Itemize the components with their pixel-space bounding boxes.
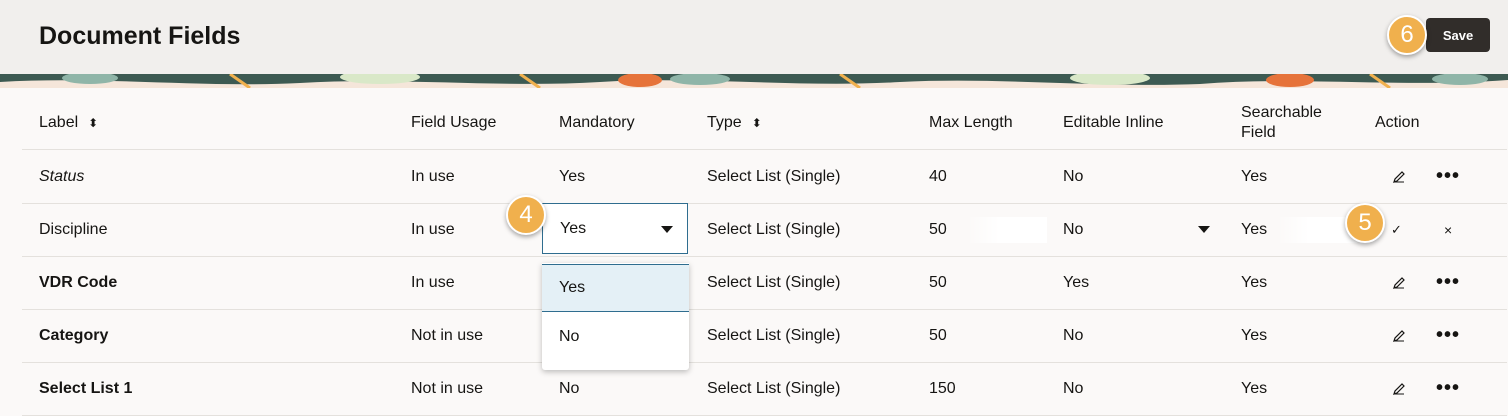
more-actions-icon[interactable]: ••• bbox=[1436, 271, 1460, 294]
edit-button[interactable] bbox=[1389, 309, 1409, 362]
row-label: Status bbox=[39, 167, 85, 185]
dropdown-option-yes[interactable]: Yes bbox=[542, 264, 689, 312]
row-searchable: Yes bbox=[1241, 379, 1268, 397]
more-actions-button[interactable]: ••• bbox=[1436, 362, 1460, 415]
more-actions-button[interactable]: ••• bbox=[1436, 256, 1460, 309]
row-max-length: 150 bbox=[929, 379, 956, 397]
row-editable-inline: No bbox=[1063, 379, 1084, 397]
pencil-icon[interactable] bbox=[1389, 167, 1409, 187]
row-type: Select List (Single) bbox=[707, 379, 841, 397]
row-field-usage: Not in use bbox=[411, 326, 484, 344]
column-header-searchable-line2: Field bbox=[1241, 123, 1276, 141]
column-header-action: Action bbox=[1375, 113, 1420, 131]
pencil-icon[interactable] bbox=[1389, 379, 1409, 399]
column-header-label[interactable]: Label ⬍ bbox=[39, 96, 98, 149]
max-length-input[interactable]: 50 bbox=[929, 203, 947, 256]
chevron-down-icon[interactable] bbox=[661, 226, 673, 233]
table-row-editing: Discipline In use Yes Select List (Singl… bbox=[22, 203, 1507, 257]
row-searchable: Yes bbox=[1241, 220, 1268, 238]
column-header-mandatory: Mandatory bbox=[559, 113, 635, 131]
table-row: Category Not in use Select List (Single)… bbox=[22, 309, 1507, 363]
editable-inline-select-value: No bbox=[1063, 220, 1084, 238]
row-editable-inline: No bbox=[1063, 167, 1084, 185]
more-actions-icon[interactable]: ••• bbox=[1436, 377, 1460, 400]
row-editable-inline: No bbox=[1063, 326, 1084, 344]
edit-button[interactable] bbox=[1389, 362, 1409, 415]
row-field-usage: In use bbox=[411, 167, 455, 185]
row-label: VDR Code bbox=[39, 273, 118, 291]
decorative-banner bbox=[0, 74, 1508, 88]
pencil-icon[interactable] bbox=[1389, 326, 1409, 346]
row-field-usage: Not in use bbox=[411, 379, 484, 397]
table-row: Select List 1 Not in use No Select List … bbox=[22, 362, 1507, 416]
sort-icon[interactable]: ⬍ bbox=[88, 116, 98, 130]
edit-button[interactable] bbox=[1389, 150, 1409, 203]
row-label: Discipline bbox=[39, 220, 108, 238]
close-icon[interactable]: × bbox=[1444, 222, 1452, 238]
callout-badge-4: 4 bbox=[506, 195, 546, 235]
column-header-editable-inline: Editable Inline bbox=[1063, 113, 1164, 131]
column-header-searchable-line1: Searchable bbox=[1241, 103, 1322, 121]
table-row: Status In use Yes Select List (Single) 4… bbox=[22, 150, 1507, 204]
chevron-down-icon[interactable] bbox=[1198, 226, 1210, 233]
cancel-button[interactable]: × bbox=[1444, 203, 1452, 256]
max-length-input-edge[interactable] bbox=[967, 217, 1047, 243]
column-header-max-length: Max Length bbox=[929, 113, 1013, 131]
row-label: Select List 1 bbox=[39, 379, 133, 397]
row-mandatory: Yes bbox=[559, 167, 586, 185]
row-max-length: 40 bbox=[929, 167, 947, 185]
page-title: Document Fields bbox=[39, 22, 241, 50]
save-button[interactable]: Save bbox=[1426, 18, 1490, 52]
row-searchable: Yes bbox=[1241, 273, 1268, 291]
mandatory-select[interactable]: Yes bbox=[542, 203, 688, 254]
row-field-usage: In use bbox=[411, 220, 455, 238]
dropdown-option-no[interactable]: No bbox=[542, 313, 689, 361]
row-editable-inline: Yes bbox=[1063, 273, 1090, 291]
row-type: Select List (Single) bbox=[707, 220, 841, 238]
column-header-label-text: Label bbox=[39, 113, 79, 131]
row-field-usage: In use bbox=[411, 273, 455, 291]
more-actions-icon[interactable]: ••• bbox=[1436, 165, 1460, 188]
row-type: Select List (Single) bbox=[707, 167, 841, 185]
pencil-icon[interactable] bbox=[1389, 273, 1409, 293]
callout-badge-5: 5 bbox=[1345, 203, 1385, 243]
check-icon[interactable]: ✓ bbox=[1391, 222, 1402, 238]
confirm-button[interactable]: ✓ bbox=[1391, 203, 1402, 256]
row-max-length: 50 bbox=[929, 326, 947, 344]
column-header-type[interactable]: Type ⬍ bbox=[707, 96, 762, 149]
more-actions-button[interactable]: ••• bbox=[1436, 150, 1460, 203]
row-searchable: Yes bbox=[1241, 167, 1268, 185]
sort-icon[interactable]: ⬍ bbox=[752, 116, 762, 130]
row-searchable: Yes bbox=[1241, 326, 1268, 344]
edit-button[interactable] bbox=[1389, 256, 1409, 309]
more-actions-button[interactable]: ••• bbox=[1436, 309, 1460, 362]
more-actions-icon[interactable]: ••• bbox=[1436, 324, 1460, 347]
row-type: Select List (Single) bbox=[707, 326, 841, 344]
column-header-type-text: Type bbox=[707, 113, 742, 131]
mandatory-dropdown-menu: Yes No bbox=[542, 263, 689, 370]
page-header: Document Fields Save bbox=[0, 0, 1508, 74]
table-row: VDR Code In use Select List (Single) 50 … bbox=[22, 256, 1507, 310]
mandatory-select-value: Yes bbox=[560, 219, 587, 237]
column-header-field-usage: Field Usage bbox=[411, 113, 497, 131]
table-header-row: Label ⬍ Field Usage Mandatory Type ⬍ Max… bbox=[22, 96, 1507, 150]
editable-inline-select[interactable]: No bbox=[1063, 203, 1213, 256]
row-type: Select List (Single) bbox=[707, 273, 841, 291]
row-max-length: 50 bbox=[929, 273, 947, 291]
column-header-searchable-field: Searchable Field bbox=[1241, 96, 1322, 149]
callout-badge-6: 6 bbox=[1387, 15, 1427, 55]
row-label: Category bbox=[39, 326, 109, 344]
